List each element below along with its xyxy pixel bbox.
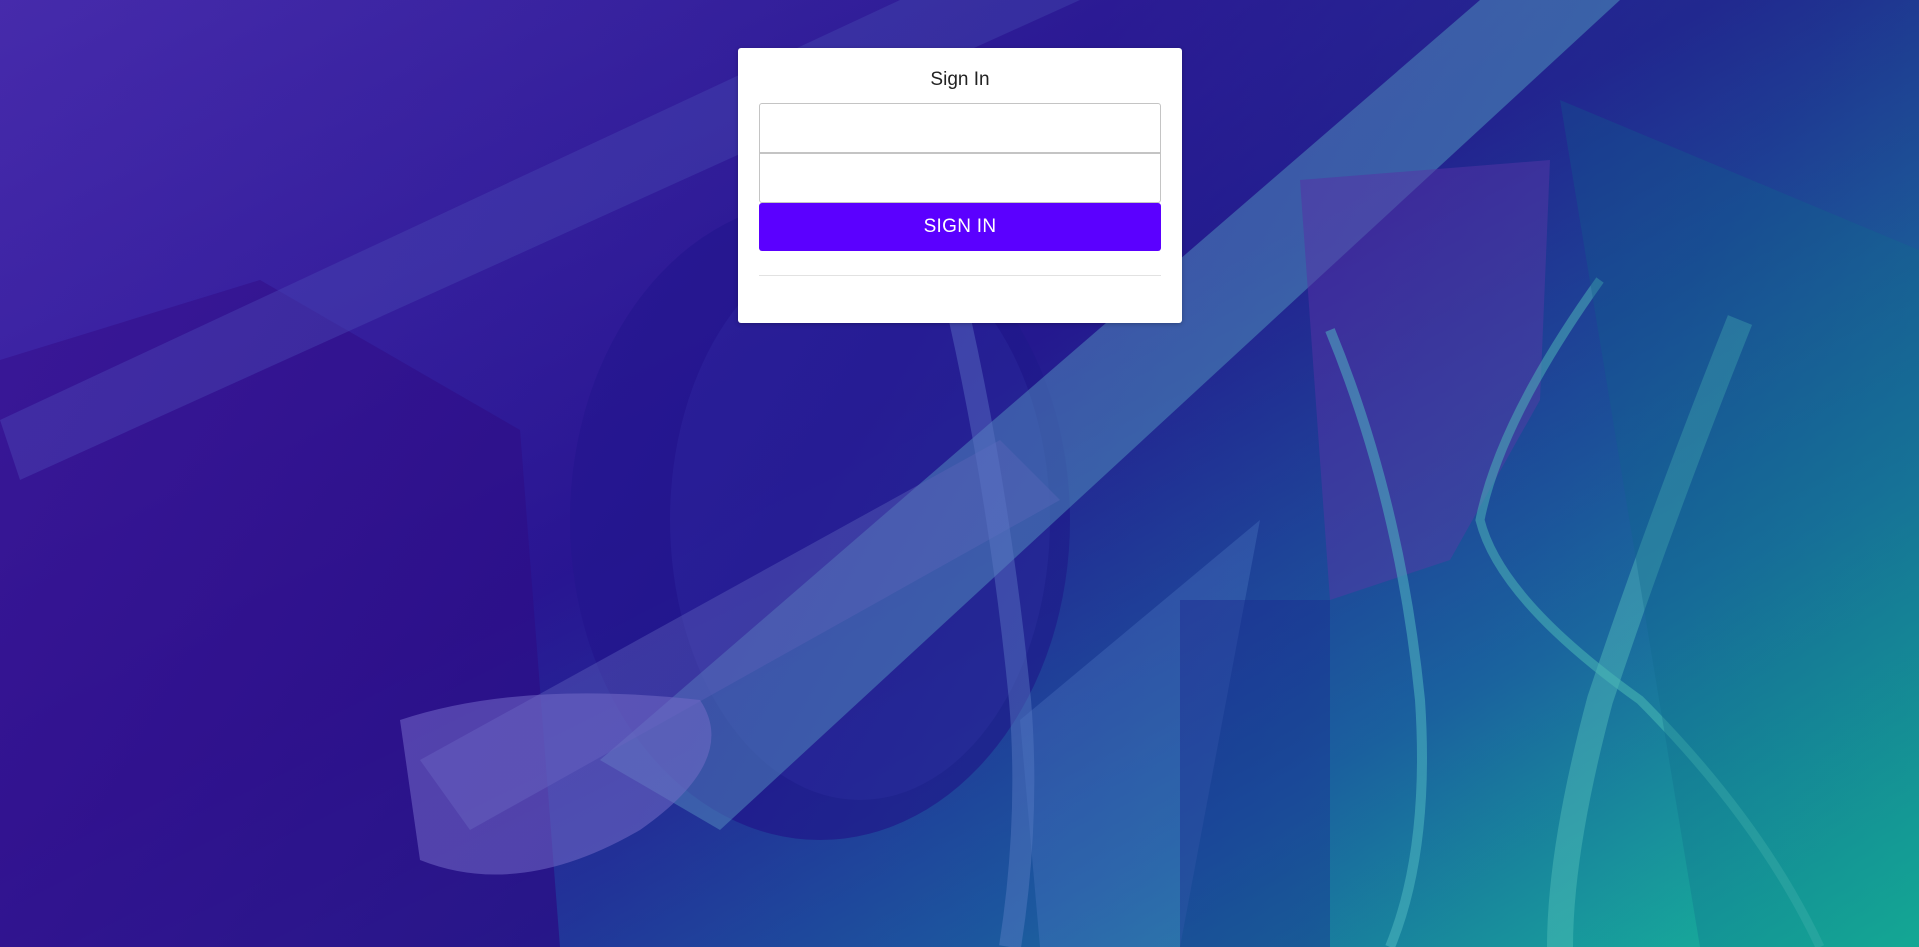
- password-input[interactable]: [759, 153, 1161, 203]
- login-page: Sign In SIGN IN: [0, 0, 1919, 947]
- signin-button[interactable]: SIGN IN: [759, 203, 1161, 251]
- username-input[interactable]: [759, 103, 1161, 153]
- signin-title: Sign In: [930, 69, 990, 90]
- signin-card: Sign In SIGN IN: [738, 48, 1182, 323]
- card-divider: [759, 275, 1161, 276]
